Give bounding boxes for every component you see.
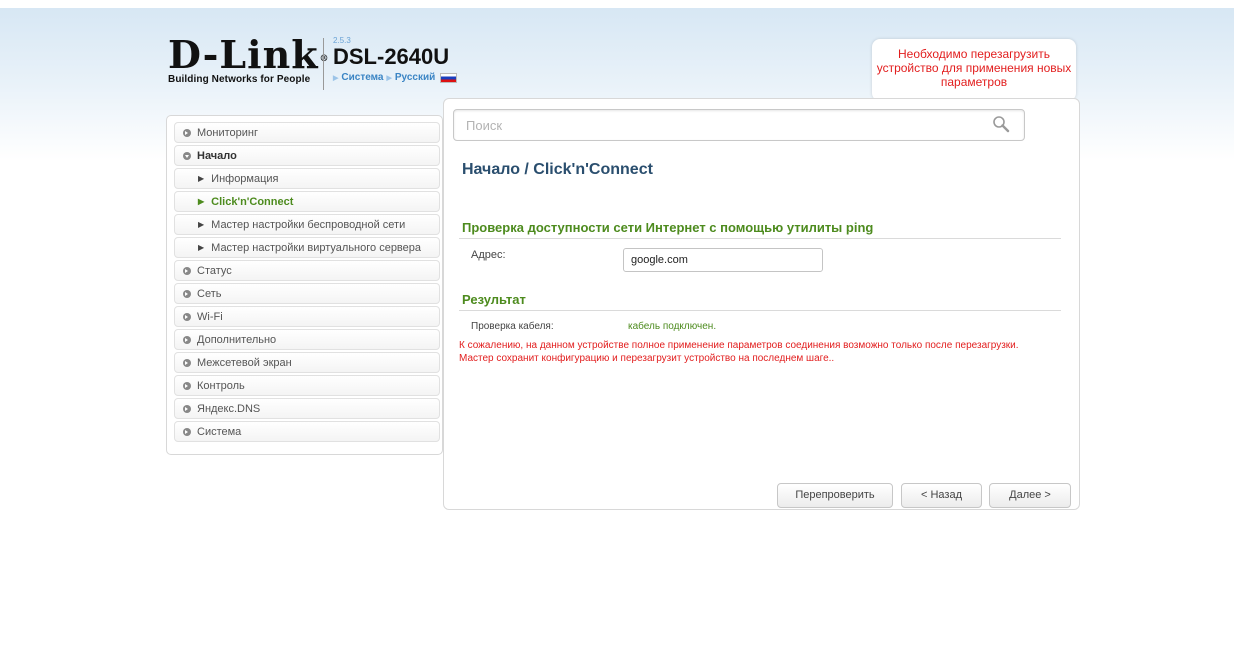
expand-icon	[183, 427, 191, 436]
page-title: Начало / Click'n'Connect	[462, 161, 653, 178]
sidebar-menu: Мониторинг Начало ▶ Информация ▶ Click'n…	[174, 122, 440, 444]
sidebar-item-label: Начало	[197, 149, 237, 162]
address-input[interactable]	[623, 248, 823, 272]
sidebar-item-label: Wi-Fi	[197, 310, 223, 323]
header-links: ▶ Система ▶ Русский	[333, 72, 458, 83]
back-button[interactable]: < Назад	[901, 483, 982, 508]
sidebar-item-network[interactable]: Сеть	[174, 283, 440, 304]
expand-icon	[183, 289, 191, 298]
sidebar-item-label: Сеть	[197, 287, 222, 300]
sidebar-item-label: Система	[197, 425, 242, 438]
device-info: 2.5.3 DSL-2640U ▶ Система ▶ Русский	[333, 36, 458, 83]
sidebar-subitem-wireless-wizard[interactable]: ▶ Мастер настройки беспроводной сети	[174, 214, 440, 235]
search-icon[interactable]	[992, 115, 1012, 135]
next-button[interactable]: Далее >	[989, 483, 1071, 508]
chevron-right-icon: ▶	[198, 220, 205, 229]
address-label: Адрес:	[471, 249, 506, 261]
sidebar-item-status[interactable]: Статус	[174, 260, 440, 281]
expand-icon	[183, 335, 191, 344]
sidebar-item-control[interactable]: Контроль	[174, 375, 440, 396]
sidebar-item-system[interactable]: Система	[174, 421, 440, 442]
sidebar-item-firewall[interactable]: Межсетевой экран	[174, 352, 440, 373]
russian-flag-icon[interactable]	[440, 72, 458, 83]
chevron-right-icon: ▶	[198, 197, 205, 206]
expand-icon	[183, 358, 191, 367]
header-divider	[323, 38, 324, 90]
dlink-logo[interactable]: D-Link® Building Networks for People	[168, 32, 330, 86]
sidebar-item-label: Контроль	[197, 379, 245, 392]
search-input[interactable]	[453, 109, 1025, 141]
sidebar-item-monitoring[interactable]: Мониторинг	[174, 122, 440, 143]
sidebar-item-advanced[interactable]: Дополнительно	[174, 329, 440, 350]
result-section-title: Результат	[459, 292, 1061, 311]
sidebar-item-label: Статус	[197, 264, 232, 277]
triangle-icon: ▶	[333, 74, 339, 82]
sidebar-item-label: Яндекс.DNS	[197, 402, 261, 415]
sidebar-item-label: Мастер настройки беспроводной сети	[211, 218, 406, 231]
chevron-right-icon: ▶	[198, 174, 205, 183]
sidebar-item-wifi[interactable]: Wi-Fi	[174, 306, 440, 327]
expand-icon	[183, 404, 191, 413]
cable-status: кабель подключен.	[628, 321, 717, 332]
sidebar-item-label: Click'n'Connect	[211, 195, 294, 208]
logo-wordmark: D-Link®	[168, 32, 330, 77]
sidebar-item-yandex-dns[interactable]: Яндекс.DNS	[174, 398, 440, 419]
cable-check-label: Проверка кабеля:	[471, 321, 554, 332]
expand-icon	[183, 381, 191, 390]
device-model: DSL-2640U	[333, 44, 450, 69]
triangle-icon: ▶	[386, 74, 392, 82]
sidebar-item-label: Мониторинг	[197, 126, 259, 139]
logo-tagline: Building Networks for People	[168, 74, 311, 85]
sidebar-subitem-information[interactable]: ▶ Информация	[174, 168, 440, 189]
expand-icon	[183, 266, 191, 275]
sidebar-subitem-click-n-connect[interactable]: ▶ Click'n'Connect	[174, 191, 440, 212]
sidebar-subitem-virtual-server-wizard[interactable]: ▶ Мастер настройки виртуального сервера	[174, 237, 440, 258]
sidebar-item-label: Информация	[211, 172, 279, 185]
sidebar-item-start[interactable]: Начало	[174, 145, 440, 166]
collapse-icon	[183, 151, 191, 160]
language-link[interactable]: Русский	[395, 72, 435, 83]
chevron-right-icon: ▶	[198, 243, 205, 252]
sidebar-item-label: Межсетевой экран	[197, 356, 292, 369]
reboot-warning-text: К сожалению, на данном устройстве полное…	[459, 340, 1019, 364]
expand-icon	[183, 128, 191, 137]
expand-icon	[183, 312, 191, 321]
sidebar-item-label: Мастер настройки виртуального сервера	[211, 241, 422, 254]
recheck-button[interactable]: Перепроверить	[777, 483, 893, 508]
sidebar-item-label: Дополнительно	[197, 333, 277, 346]
system-link[interactable]: Система	[341, 72, 383, 83]
ping-section-title: Проверка доступности сети Интернет с пом…	[459, 220, 1061, 239]
reboot-notice[interactable]: Необходимо перезагрузить устройство для …	[872, 39, 1076, 101]
